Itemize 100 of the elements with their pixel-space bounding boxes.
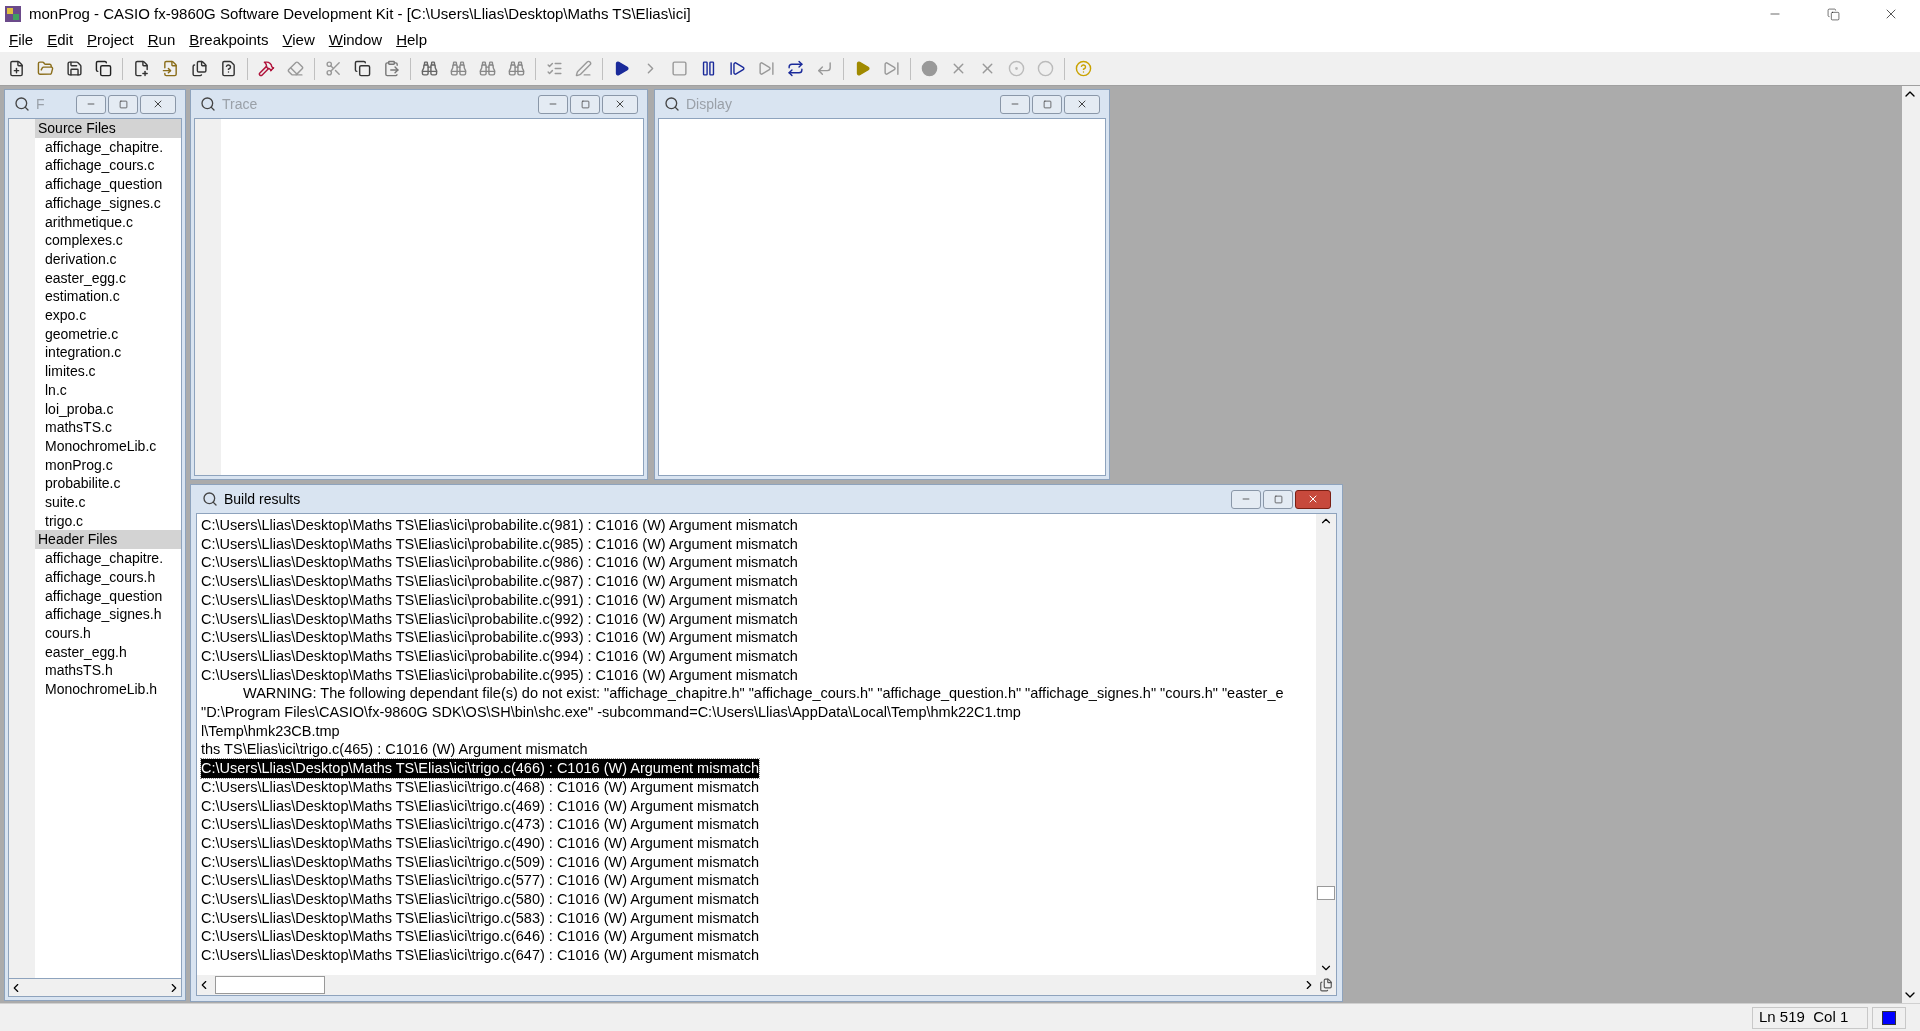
- loop-icon: [787, 60, 804, 77]
- magnifier-icon: [202, 491, 218, 507]
- menu-item[interactable]: Window: [321, 28, 390, 52]
- output-line[interactable]: "D:\Program Files\CASIO\fx-9860G SDK\OS\SH\bin\shc.exe" -subcommand=C:\Users\Llias\AppData\Local\Temp\hmk22C1.tmp: [201, 703, 1021, 722]
- minimize-button[interactable]: [538, 94, 568, 114]
- project-file[interactable]: derivation.c: [35, 249, 181, 269]
- project-file[interactable]: cours.h: [35, 624, 181, 643]
- output-line[interactable]: C:\Users\Llias\Desktop\Maths TS\Elias\ici\probabilite.c(992) : C1016 (W) Argument mismatch: [201, 609, 798, 629]
- restore-icon: [1826, 7, 1840, 21]
- project-file[interactable]: affichage_signes.c: [35, 193, 181, 213]
- project-file[interactable]: estimation.c: [35, 287, 181, 307]
- output-line[interactable]: C:\Users\Llias\Desktop\Maths TS\Elias\ici\probabilite.c(981) : C1016 (W) Argument mismatch: [201, 516, 798, 535]
- project-file[interactable]: MonochromeLib.c: [35, 436, 181, 456]
- output-line[interactable]: C:\Users\Llias\Desktop\Maths TS\Elias\ici\trigo.c(490) : C1016 (W) Argument mismatch: [201, 833, 760, 853]
- project-file[interactable]: affichage_cours.c: [35, 156, 181, 176]
- output-line[interactable]: C:\Users\Llias\Desktop\Maths TS\Elias\ici\trigo.c(583) : C1016 (W) Argument mismatch: [201, 908, 760, 928]
- output-line[interactable]: C:\Users\Llias\Desktop\Maths TS\Elias\ici\probabilite.c(986) : C1016 (W) Argument mismatch: [201, 553, 798, 573]
- output-line[interactable]: C:\Users\Llias\Desktop\Maths TS\Elias\ici\probabilite.c(993) : C1016 (W) Argument mismatch: [201, 628, 798, 647]
- close-button[interactable]: [1295, 489, 1331, 509]
- output-line[interactable]: C:\Users\Llias\Desktop\Maths TS\Elias\ici\trigo.c(509) : C1016 (W) Argument mismatch: [201, 852, 760, 872]
- menu-item[interactable]: View: [275, 28, 322, 52]
- menu-item[interactable]: Help: [389, 28, 434, 52]
- menu-item[interactable]: Project: [80, 28, 141, 52]
- project-file[interactable]: expo.c: [35, 306, 181, 325]
- output-line[interactable]: C:\Users\Llias\Desktop\Maths TS\Elias\ici\trigo.c(473) : C1016 (W) Argument mismatch: [201, 815, 760, 834]
- magnifier-icon: [200, 96, 216, 112]
- scroll-thumb[interactable]: [1317, 886, 1335, 900]
- horizontal-scrollbar[interactable]: [8, 979, 182, 997]
- menu-item[interactable]: Run: [140, 28, 183, 52]
- output-line[interactable]: C:\Users\Llias\Desktop\Maths TS\Elias\ici\trigo.c(580) : C1016 (W) Argument mismatch: [201, 890, 760, 909]
- project-file[interactable]: complexes.c: [35, 231, 181, 250]
- maximize-button[interactable]: [108, 94, 138, 114]
- minimize-button[interactable]: [1231, 489, 1261, 509]
- project-file[interactable]: arithmetique.c: [35, 212, 181, 232]
- project-file[interactable]: mathsTS.c: [35, 418, 181, 437]
- project-file[interactable]: limites.c: [35, 362, 181, 381]
- menu-item[interactable]: File: [2, 28, 41, 52]
- group-header[interactable]: Source Files: [35, 119, 181, 138]
- project-file[interactable]: easter_egg.c: [35, 268, 181, 288]
- project-file[interactable]: affichage_question: [35, 175, 181, 194]
- open-folder-icon: [37, 60, 54, 77]
- group-header[interactable]: Header Files: [35, 530, 181, 550]
- maximize-icon: [1042, 99, 1052, 109]
- output-line[interactable]: C:\Users\Llias\Desktop\Maths TS\Elias\ici\trigo.c(468) : C1016 (W) Argument mismatch: [201, 777, 760, 797]
- menu-item[interactable]: Edit: [40, 28, 81, 52]
- output-line[interactable]: l\Temp\hmk23CB.tmp: [201, 721, 340, 741]
- step-forward-icon: [729, 60, 746, 77]
- output-line[interactable]: C:\Users\Llias\Desktop\Maths TS\Elias\ici\trigo.c(577) : C1016 (W) Argument mismatch: [201, 871, 760, 891]
- project-file[interactable]: affichage_chapitre.: [35, 137, 181, 157]
- output-line[interactable]: C:\Users\Llias\Desktop\Maths TS\Elias\ici\probabilite.c(987) : C1016 (W) Argument mismatch: [201, 572, 798, 591]
- add-file-icon: [133, 60, 150, 77]
- build-icon: [258, 60, 275, 77]
- vertical-scrollbar[interactable]: [1316, 514, 1336, 975]
- maximize-button[interactable]: [1032, 94, 1062, 114]
- output-line[interactable]: ths TS\Elias\ici\trigo.c(465) : C1016 (W) Argument mismatch: [201, 740, 588, 760]
- binoculars-icon: [508, 60, 525, 77]
- output-line[interactable]: C:\Users\Llias\Desktop\Maths TS\Elias\ici\probabilite.c(994) : C1016 (W) Argument mismatch: [201, 646, 798, 666]
- copy-icon: [354, 60, 371, 77]
- project-file[interactable]: geometrie.c: [35, 324, 181, 344]
- cursor-position: Ln 519 Col 1: [1752, 1006, 1868, 1029]
- output-line[interactable]: C:\Users\Llias\Desktop\Maths TS\Elias\ici\probabilite.c(991) : C1016 (W) Argument mismatch: [201, 590, 798, 610]
- output-line[interactable]: C:\Users\Llias\Desktop\Maths TS\Elias\ici\probabilite.c(995) : C1016 (W) Argument mismatch: [201, 665, 798, 685]
- maximize-button[interactable]: [570, 94, 600, 114]
- horizontal-scrollbar[interactable]: [197, 975, 1316, 995]
- output-line[interactable]: C:\Users\Llias\Desktop\Maths TS\Elias\ici\probabilite.c(985) : C1016 (W) Argument mismatch: [201, 534, 798, 554]
- import-file-icon: [162, 60, 179, 77]
- new-file-icon: [8, 60, 25, 77]
- checklist-icon: [546, 60, 563, 77]
- project-file[interactable]: easter_egg.h: [35, 642, 181, 662]
- project-file[interactable]: monProg.c: [35, 455, 181, 475]
- project-file[interactable]: loi_proba.c: [35, 399, 181, 419]
- menu-item[interactable]: Breakpoints: [182, 28, 276, 52]
- binoculars-icon: [421, 60, 438, 77]
- circle-icon: [921, 60, 938, 77]
- project-file[interactable]: ln.c: [35, 380, 181, 400]
- output-line[interactable]: C:\Users\Llias\Desktop\Maths TS\Elias\ici\trigo.c(646) : C1016 (W) Argument mismatch: [201, 927, 760, 947]
- project-file[interactable]: MonochromeLib.h: [35, 680, 181, 699]
- project-file[interactable]: affichage_chapitre.: [35, 549, 181, 568]
- project-file[interactable]: affichage_signes.h: [35, 605, 181, 624]
- output-line[interactable]: C:\Users\Llias\Desktop\Maths TS\Elias\ici\trigo.c(469) : C1016 (W) Argument mismatch: [201, 796, 760, 816]
- cut-icon: [325, 60, 342, 77]
- project-file[interactable]: affichage_question: [35, 586, 181, 606]
- magnifier-icon: [664, 96, 680, 112]
- project-file[interactable]: probabilite.c: [35, 474, 181, 494]
- help-icon: [1075, 60, 1092, 77]
- app-icon: [4, 5, 22, 23]
- project-file[interactable]: trigo.c: [35, 511, 181, 531]
- project-file[interactable]: suite.c: [35, 493, 181, 512]
- clear-icon: [287, 60, 304, 77]
- output-line[interactable]: C:\Users\Llias\Desktop\Maths TS\Elias\ici\trigo.c(647) : C1016 (W) Argument mismatch: [201, 946, 760, 965]
- project-file[interactable]: integration.c: [35, 343, 181, 363]
- minimize-button[interactable]: [1000, 94, 1030, 114]
- window-title: Build results: [224, 489, 302, 509]
- scroll-thumb[interactable]: [215, 976, 325, 994]
- window-title: Trace: [222, 94, 259, 114]
- project-file[interactable]: mathsTS.h: [35, 661, 181, 681]
- minimize-button[interactable]: [76, 94, 106, 114]
- step-icon: [758, 60, 775, 77]
- project-file[interactable]: affichage_cours.h: [35, 567, 181, 587]
- output-line[interactable]: WARNING: The following dependant file(s) do not exist: "affichage_chapitre.h" "affichage_cours.h" "affichage_question.h" "affichage_signes.h" "cours.h" "easter_e: [243, 684, 1284, 704]
